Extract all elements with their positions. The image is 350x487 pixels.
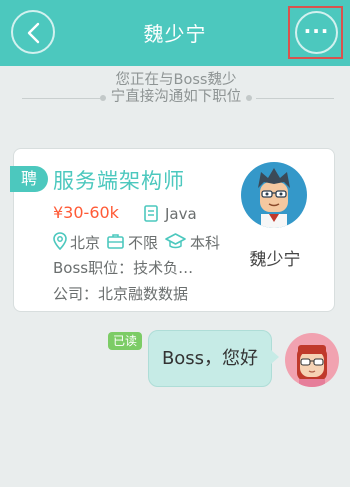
salary: ¥30-60k bbox=[53, 203, 119, 222]
more-button-highlight: ··· bbox=[288, 6, 343, 59]
bubble-tail bbox=[271, 350, 279, 364]
divider-dot-left bbox=[100, 95, 106, 101]
job-city: 北京 bbox=[70, 234, 101, 252]
location-pin-icon bbox=[53, 232, 67, 250]
job-experience: 不限 bbox=[128, 234, 159, 252]
company-name: 公司：北京融数数据 bbox=[53, 285, 189, 303]
divider-right bbox=[256, 98, 334, 99]
user-avatar[interactable] bbox=[285, 333, 339, 387]
more-button[interactable]: ··· bbox=[295, 11, 338, 54]
graduation-cap-icon bbox=[165, 233, 186, 249]
top-bar: 魏少宁 ··· bbox=[0, 0, 350, 66]
boss-avatar[interactable] bbox=[241, 162, 307, 228]
conversation-notice: 您正在与Boss魏少宁直接沟通如下职位 bbox=[110, 72, 242, 105]
hiring-tag: 聘 bbox=[10, 166, 48, 192]
document-icon bbox=[144, 205, 158, 222]
boss-name: 魏少宁 bbox=[249, 250, 301, 270]
boss-position: Boss职位：技术负… bbox=[53, 259, 194, 277]
divider-dot-right bbox=[246, 95, 252, 101]
job-title: 服务端架构师 bbox=[53, 169, 185, 193]
boss-avatar-illustration bbox=[258, 168, 290, 228]
job-category: Java bbox=[165, 205, 197, 223]
user-avatar-illustration bbox=[297, 345, 327, 387]
read-status-badge: 已读 bbox=[108, 332, 142, 350]
briefcase-icon bbox=[107, 234, 124, 249]
job-card[interactable]: 聘 服务端架构师 ¥30-60k Java 北京 不限 本科 Boss职位：技术… bbox=[10, 148, 335, 312]
message-bubble[interactable]: Boss，您好 bbox=[148, 330, 272, 387]
job-education: 本科 bbox=[190, 234, 221, 252]
divider-left bbox=[22, 98, 100, 99]
